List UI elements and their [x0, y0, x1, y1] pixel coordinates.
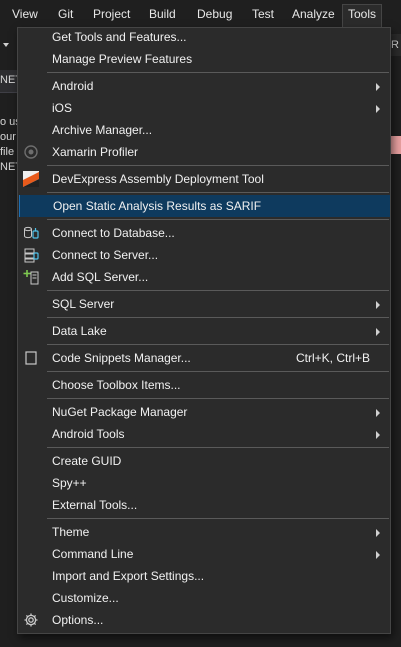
menu-item-add-sql-server[interactable]: Add SQL Server...: [19, 266, 389, 288]
submenu-arrow-icon: [376, 529, 380, 537]
menu-item-label: Data Lake: [52, 324, 107, 338]
menu-item-spy[interactable]: Spy++: [19, 472, 389, 494]
menu-item-connect-server[interactable]: Connect to Server...: [19, 244, 389, 266]
menu-item-data-lake[interactable]: Data Lake: [19, 320, 389, 342]
menu-item-android-tools[interactable]: Android Tools: [19, 423, 389, 445]
menu-separator: [47, 72, 389, 73]
xamarin-profiler-icon: [23, 144, 39, 160]
menu-item-manage-preview-features[interactable]: Manage Preview Features: [19, 48, 389, 70]
menu-item-label: Manage Preview Features: [52, 52, 193, 66]
menu-separator: [47, 192, 389, 193]
menu-item-label: Connect to Database...: [52, 226, 175, 240]
menu-item-label: Theme: [52, 525, 90, 539]
menu-item-label: Customize...: [52, 591, 119, 605]
menu-item-label: Add SQL Server...: [52, 270, 149, 284]
menu-item-external-tools[interactable]: External Tools...: [19, 494, 389, 516]
menu-item-options[interactable]: Options...: [19, 609, 389, 631]
menu-item-label: Open Static Analysis Results as SARIF: [53, 199, 262, 213]
ide-window: View Git Project Build Debug Test Analyz…: [0, 0, 401, 647]
menu-item-android[interactable]: Android: [19, 75, 389, 97]
menu-item-open-sarif[interactable]: Open Static Analysis Results as SARIF: [19, 195, 390, 217]
menu-separator: [47, 317, 389, 318]
menu-separator: [47, 344, 389, 345]
menu-item-get-tools[interactable]: Get Tools and Features...: [19, 26, 389, 48]
menu-separator: [47, 165, 389, 166]
menu-item-label: Options...: [52, 613, 104, 627]
menu-view[interactable]: View: [7, 5, 43, 25]
menu-separator: [47, 447, 389, 448]
menu-item-devexpress-deployment[interactable]: DevExpress Assembly Deployment Tool: [19, 168, 389, 190]
menu-item-label: Android Tools: [52, 427, 125, 441]
menu-bar: View Git Project Build Debug Test Analyz…: [0, 0, 401, 29]
menu-item-label: Create GUID: [52, 454, 122, 468]
menu-separator: [47, 290, 389, 291]
menu-item-label: Android: [52, 79, 94, 93]
menu-item-label: SQL Server: [52, 297, 115, 311]
connect-server-icon: [23, 247, 39, 263]
menu-item-customize[interactable]: Customize...: [19, 587, 389, 609]
add-sql-server-icon: [23, 269, 39, 285]
menu-item-label: Import and Export Settings...: [52, 569, 205, 583]
toolbar-dropdown-arrow-icon: [3, 43, 9, 47]
menu-debug[interactable]: Debug: [192, 5, 237, 25]
submenu-arrow-icon: [376, 83, 380, 91]
menu-item-label: Spy++: [52, 476, 87, 490]
connect-database-icon: [23, 225, 39, 241]
submenu-arrow-icon: [376, 301, 380, 309]
menu-item-import-export-settings[interactable]: Import and Export Settings...: [19, 565, 389, 587]
menu-separator: [47, 371, 389, 372]
code-snippets-icon: [23, 350, 39, 366]
editor-fragment-2: our: [0, 131, 16, 143]
menu-git[interactable]: Git: [53, 5, 78, 25]
menu-item-command-line[interactable]: Command Line: [19, 543, 389, 565]
menu-item-label: Command Line: [52, 547, 134, 561]
submenu-arrow-icon: [376, 551, 380, 559]
document-tab-fragment: NET: [0, 70, 22, 93]
submenu-arrow-icon: [376, 328, 380, 336]
editor-fragment-3: file: [0, 146, 15, 158]
menu-item-code-snippets-manager[interactable]: Code Snippets Manager... Ctrl+K, Ctrl+B: [19, 347, 389, 369]
menu-separator: [47, 518, 389, 519]
menu-item-shortcut: Ctrl+K, Ctrl+B: [295, 351, 370, 365]
menu-item-label: Code Snippets Manager...: [52, 351, 191, 365]
menu-separator: [47, 398, 389, 399]
menu-build[interactable]: Build: [144, 5, 181, 25]
menu-item-sql-server[interactable]: SQL Server: [19, 293, 389, 315]
menu-item-connect-database[interactable]: Connect to Database...: [19, 222, 389, 244]
menu-item-nuget-package-manager[interactable]: NuGet Package Manager: [19, 401, 389, 423]
submenu-arrow-icon: [376, 409, 380, 417]
menu-item-archive-manager[interactable]: Archive Manager...: [19, 119, 389, 141]
menu-item-label: Archive Manager...: [52, 123, 153, 137]
gear-icon: [23, 612, 39, 628]
menu-analyze[interactable]: Analyze: [287, 5, 340, 25]
tools-menu-dropdown: Get Tools and Features... Manage Preview…: [17, 27, 391, 634]
menu-item-label: Connect to Server...: [52, 248, 159, 262]
menu-item-label: iOS: [52, 101, 73, 115]
submenu-arrow-icon: [376, 431, 380, 439]
menu-test[interactable]: Test: [247, 5, 279, 25]
menu-item-label: DevExpress Assembly Deployment Tool: [52, 172, 264, 186]
menu-item-label: Xamarin Profiler: [52, 145, 139, 159]
menu-item-xamarin-profiler[interactable]: Xamarin Profiler: [19, 141, 389, 163]
menu-item-label: External Tools...: [52, 498, 138, 512]
devexpress-icon: [23, 171, 39, 187]
editor-highlight-fragment: [390, 136, 401, 154]
menu-project[interactable]: Project: [88, 5, 135, 25]
menu-item-label: Choose Toolbox Items...: [52, 378, 181, 392]
menu-item-ios[interactable]: iOS: [19, 97, 389, 119]
menu-item-theme[interactable]: Theme: [19, 521, 389, 543]
submenu-arrow-icon: [376, 105, 380, 113]
menu-separator: [47, 219, 389, 220]
menu-item-create-guid[interactable]: Create GUID: [19, 450, 389, 472]
menu-item-label: Get Tools and Features...: [52, 30, 187, 44]
menu-item-choose-toolbox-items[interactable]: Choose Toolbox Items...: [19, 374, 389, 396]
menu-item-label: NuGet Package Manager: [52, 405, 188, 419]
